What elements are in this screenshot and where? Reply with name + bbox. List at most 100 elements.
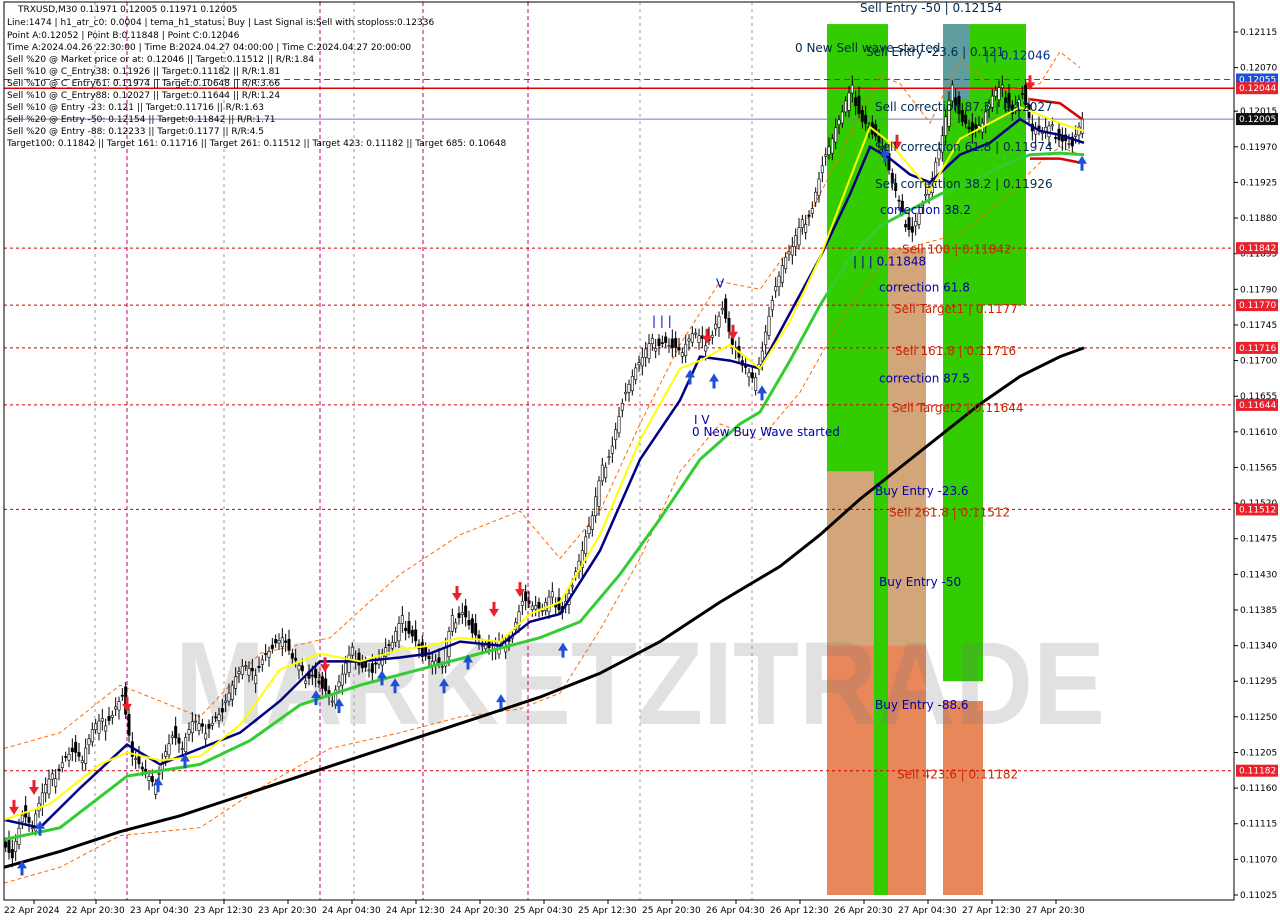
info-line: Sell %10 @ C_Entry61: 0.11974 || Target:… (7, 79, 280, 89)
info-line: Point A:0.12052 | Point B:0.11848 | Poin… (7, 31, 240, 41)
candle-body (767, 315, 771, 336)
candle-body (264, 653, 268, 655)
candle-body (837, 119, 841, 125)
info-panel: TRXUSD,M30 0.11971 0.12005 0.11971 0.120… (6, 5, 507, 149)
candle-body (547, 596, 551, 613)
candle-body (110, 714, 114, 718)
candle-body (907, 217, 911, 230)
candle-body (310, 674, 314, 677)
candle-body (427, 655, 431, 660)
candle-body (54, 778, 58, 787)
x-tick-label: 24 Apr 20:30 (450, 906, 509, 916)
y-tick-label: 0.11430 (1240, 570, 1277, 580)
y-tick-label: 0.11160 (1240, 784, 1277, 794)
candle-body (194, 720, 198, 723)
candle-body (747, 372, 751, 378)
candle-body (284, 640, 288, 643)
candle-body (10, 849, 14, 859)
candle-body (860, 110, 864, 122)
candle-body (240, 665, 244, 675)
candle-body (457, 613, 461, 618)
candle-body (74, 741, 78, 753)
y-tick-label: 0.11700 (1240, 357, 1277, 367)
annotation-label: Sell Entry -50 | 0.12154 (860, 1, 1002, 15)
candle-body (694, 332, 698, 335)
candle-body (650, 338, 654, 344)
candle-body (750, 372, 754, 379)
candle-body (270, 644, 274, 650)
y-tick-label: 0.11340 (1240, 642, 1277, 652)
annotation-label: Sell Entry -23.6 | 0.121 (866, 45, 1004, 59)
candle-body (720, 308, 724, 311)
annotation-label: Buy Entry -23.6 (875, 484, 969, 498)
candle-body (817, 178, 821, 196)
price-tag-label: 0.12005 (1239, 115, 1276, 125)
candle-body (467, 619, 471, 626)
x-tick-label: 27 Apr 12:30 (962, 906, 1021, 916)
candle-body (800, 219, 804, 228)
candle-body (114, 706, 118, 710)
candle-body (550, 591, 554, 598)
x-tick-label: 25 Apr 20:30 (642, 906, 701, 916)
candle-body (390, 642, 394, 649)
range-bottom-line (1030, 157, 1081, 164)
candle-body (414, 629, 418, 642)
price-tag-label: 0.11644 (1239, 401, 1276, 411)
buy-arrow-icon (757, 385, 767, 401)
x-tick-label: 26 Apr 20:30 (834, 906, 893, 916)
info-symbol: TRXUSD,M30 0.11971 0.12005 0.11971 0.120… (17, 5, 238, 15)
candle-body (784, 256, 788, 270)
annotation-label: Sell correction 87.5 | 0.12027 (875, 100, 1053, 114)
info-line: Time A:2024.04.26 22:30:00 | Time B:2024… (6, 43, 411, 53)
candle-body (220, 708, 224, 713)
candle-body (484, 644, 488, 650)
candle-body (594, 496, 598, 517)
candle-body (67, 754, 71, 761)
sell-arrow-icon (452, 586, 462, 602)
candle-body (370, 663, 374, 673)
x-tick-label: 25 Apr 12:30 (578, 906, 637, 916)
annotation-label: Sell Target1 | 0.1177 (894, 302, 1018, 316)
annotation-label: correction 87.5 (879, 372, 970, 386)
candle-body (250, 667, 254, 672)
candle-body (904, 224, 908, 228)
candle-body (410, 629, 414, 637)
candle-body (274, 638, 278, 644)
sell-arrow-icon (489, 601, 499, 617)
candle-body (634, 367, 638, 380)
candle-body (950, 84, 954, 102)
candle-body (344, 662, 348, 675)
candle-body (814, 191, 818, 203)
candle-body (640, 357, 644, 367)
candle-body (1060, 136, 1064, 142)
candle-body (527, 600, 531, 604)
candle-body (797, 227, 801, 246)
candle-body (184, 737, 188, 752)
candle-body (967, 126, 971, 130)
candle-body (387, 644, 391, 646)
y-tick-label: 0.11205 (1240, 748, 1277, 758)
candle-body (187, 729, 191, 735)
candle-body (997, 87, 1001, 101)
candle-body (84, 747, 88, 764)
candle-body (760, 350, 764, 362)
sell-arrow-icon (29, 780, 39, 796)
candle-body (834, 127, 838, 143)
candle-body (90, 729, 94, 743)
candle-body (610, 445, 614, 454)
candle-body (914, 220, 918, 227)
candle-body (440, 665, 444, 668)
candle-body (664, 336, 668, 343)
sell-arrow-icon (9, 799, 19, 815)
candle-body (537, 602, 541, 609)
price-tag-label: 0.11512 (1239, 505, 1276, 515)
candle-body (204, 733, 208, 740)
info-line: Line:1474 | h1_atr_c0: 0.0004 | tema_h1_… (7, 18, 434, 28)
x-tick-label: 23 Apr 12:30 (194, 906, 253, 916)
candle-body (27, 816, 31, 823)
info-line: Sell %10 @ C_Entry38: 0.11926 || Target:… (7, 67, 280, 77)
y-tick-label: 0.12115 (1240, 28, 1277, 38)
annotation-label: Sell 261.8 | 0.11512 (889, 506, 1010, 520)
x-tick-label: 24 Apr 04:30 (322, 906, 381, 916)
x-tick-label: 23 Apr 20:30 (258, 906, 317, 916)
